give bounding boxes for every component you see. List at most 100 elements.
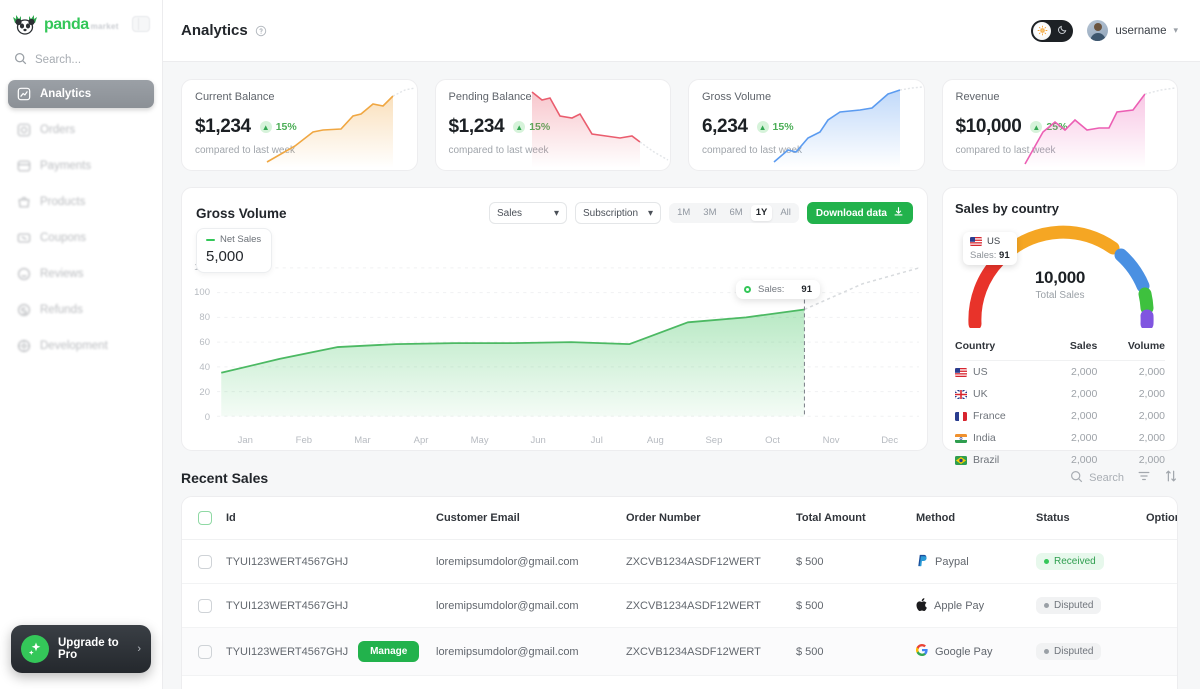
net-sales-value: 5,000: [206, 248, 261, 265]
range-all[interactable]: All: [775, 205, 796, 221]
country-sales: 2,000: [1047, 361, 1097, 384]
paypal-icon: [916, 554, 928, 570]
type-select-value: Subscription: [583, 208, 638, 219]
tooltip-label: Sales:: [758, 284, 784, 295]
row-order-number: ZXCVB1234ASDF12WERT: [626, 628, 796, 676]
y-tick: 80: [199, 312, 210, 323]
user-menu[interactable]: username ▾: [1087, 20, 1178, 41]
brand-logo-area[interactable]: panda market: [0, 0, 162, 46]
table-row[interactable]: TYUI123WERT4567GHJ loremipsumdolor@gmail…: [182, 584, 1178, 628]
sort-icon[interactable]: [1164, 469, 1178, 486]
sidebar-item-products[interactable]: Products: [8, 188, 154, 216]
reviews-icon: [16, 267, 31, 282]
stat-cards: Current Balance $1,234 ▲ 15% compared to…: [181, 79, 1178, 171]
table-row[interactable]: TYUI123WERT4567GHJ loremipsumdolor@gmail…: [182, 540, 1178, 584]
gauge-tooltip-country: US: [987, 236, 1000, 247]
sidebar-item-reviews[interactable]: Reviews: [8, 260, 154, 288]
x-tick: Apr: [392, 435, 451, 446]
country-name: UK: [973, 388, 988, 400]
sparkline-current-balance: [257, 86, 417, 168]
type-select[interactable]: Subscription ▾: [575, 202, 661, 224]
gauge-tooltip-label: Sales:: [970, 250, 996, 261]
column-volume: Volume: [1097, 334, 1165, 361]
info-icon[interactable]: [255, 25, 267, 37]
column-id[interactable]: Id: [226, 497, 436, 540]
mid-row: Gross Volume Sales ▾ Subscription ▾: [181, 187, 1178, 451]
metric-select[interactable]: Sales ▾: [489, 202, 567, 224]
select-all-checkbox[interactable]: [198, 511, 212, 525]
status-label: Disputed: [1054, 646, 1093, 657]
brand-name: panda: [44, 16, 89, 34]
column-total-amount[interactable]: Total Amount: [796, 497, 916, 540]
search-input[interactable]: [35, 54, 135, 66]
chart-area-fill: [221, 309, 804, 416]
gauge-segment-uk: [1007, 232, 1113, 253]
row-method: Google Pay: [935, 646, 992, 658]
table-search[interactable]: Search: [1070, 470, 1124, 486]
sidebar-item-refunds[interactable]: Refunds: [8, 296, 154, 324]
row-checkbox[interactable]: [198, 555, 212, 569]
sparkline-gross-volume: [764, 86, 924, 168]
stat-card-revenue: Revenue $10,000 ▲ 25% compared to last w…: [942, 79, 1179, 171]
row-id: TYUI123WERT4567GHJ: [226, 556, 348, 568]
chart-toolbar: Sales ▾ Subscription ▾ 1M 3M 6M: [489, 202, 913, 224]
chevron-right-icon: ›: [137, 643, 141, 655]
status-label: Disputed: [1054, 600, 1093, 611]
country-name: France: [973, 410, 1006, 422]
download-data-button[interactable]: Download data: [807, 202, 913, 224]
sidebar-item-development[interactable]: Development: [8, 332, 154, 360]
india-flag-icon: [955, 434, 967, 443]
stat-value: 6,234: [702, 116, 748, 138]
column-options: Options: [1146, 497, 1178, 540]
sidebar-collapse-button[interactable]: [132, 16, 150, 32]
row-options-button[interactable]: ⋯: [1176, 554, 1178, 569]
row-order-number: ZXCVB1234ASDF12WERT: [626, 540, 796, 584]
sidebar-search[interactable]: [0, 46, 162, 78]
france-flag-icon: [955, 412, 967, 421]
sidebar-item-analytics[interactable]: Analytics: [8, 80, 154, 108]
row-checkbox[interactable]: [198, 645, 212, 659]
theme-toggle[interactable]: [1031, 20, 1073, 42]
filter-icon[interactable]: [1137, 469, 1151, 486]
stat-card-pending-balance: Pending Balance $1,234 ▲ 15% compared to…: [435, 79, 672, 171]
column-order-number[interactable]: Order Number: [626, 497, 796, 540]
upgrade-to-pro-button[interactable]: Upgrade to Pro ›: [11, 625, 151, 673]
page-title: Analytics: [181, 22, 248, 39]
recent-sales-table-card: Id Customer Email Order Number Total Amo…: [181, 496, 1178, 689]
table-row[interactable]: TYUI123WERT4567GHJ loremipsumdolor@gmail…: [182, 676, 1178, 689]
table-row[interactable]: TYUI123WERT4567GHJ Manage loremipsumdolo…: [182, 628, 1178, 676]
status-label: Received: [1054, 556, 1096, 567]
country-volume: 2,000: [1097, 383, 1165, 405]
sidebar-item-coupons[interactable]: Coupons: [8, 224, 154, 252]
manage-button[interactable]: Manage: [358, 641, 419, 662]
x-tick: Aug: [626, 435, 685, 446]
row-id: TYUI123WERT4567GHJ: [226, 600, 348, 612]
range-3m[interactable]: 3M: [698, 205, 721, 221]
range-1m[interactable]: 1M: [672, 205, 695, 221]
panda-logo-icon: [12, 14, 38, 36]
range-1y[interactable]: 1Y: [751, 205, 773, 221]
range-6m[interactable]: 6M: [724, 205, 747, 221]
sidebar-item-label: Coupons: [40, 232, 86, 244]
sales-by-country-card: Sales by country 10,: [942, 187, 1178, 451]
row-options-button[interactable]: ⋯: [1176, 644, 1178, 659]
table-search-placeholder: Search: [1089, 472, 1124, 484]
column-status[interactable]: Status: [1036, 497, 1146, 540]
us-flag-icon: [970, 237, 982, 246]
column-method[interactable]: Method: [916, 497, 1036, 540]
topbar: Analytics: [163, 0, 1200, 62]
gauge-tooltip: US Sales: 91: [963, 232, 1017, 265]
gross-volume-card: Gross Volume Sales ▾ Subscription ▾: [181, 187, 928, 451]
row-options-button[interactable]: ⋯: [1176, 598, 1178, 613]
country-row-france: France 2,000 2,000: [955, 405, 1165, 427]
row-amount: $ 500: [796, 540, 916, 584]
sidebar-item-payments[interactable]: Payments: [8, 152, 154, 180]
column-customer-email[interactable]: Customer Email: [436, 497, 626, 540]
country-row-brazil: Brazil 2,000 2,000: [955, 449, 1165, 471]
sidebar-item-orders[interactable]: Orders: [8, 116, 154, 144]
sidebar-item-label: Orders: [40, 124, 75, 136]
y-tick: 20: [199, 387, 210, 398]
status-dot-icon: [1044, 559, 1049, 564]
brazil-flag-icon: [955, 456, 967, 465]
row-checkbox[interactable]: [198, 599, 212, 613]
